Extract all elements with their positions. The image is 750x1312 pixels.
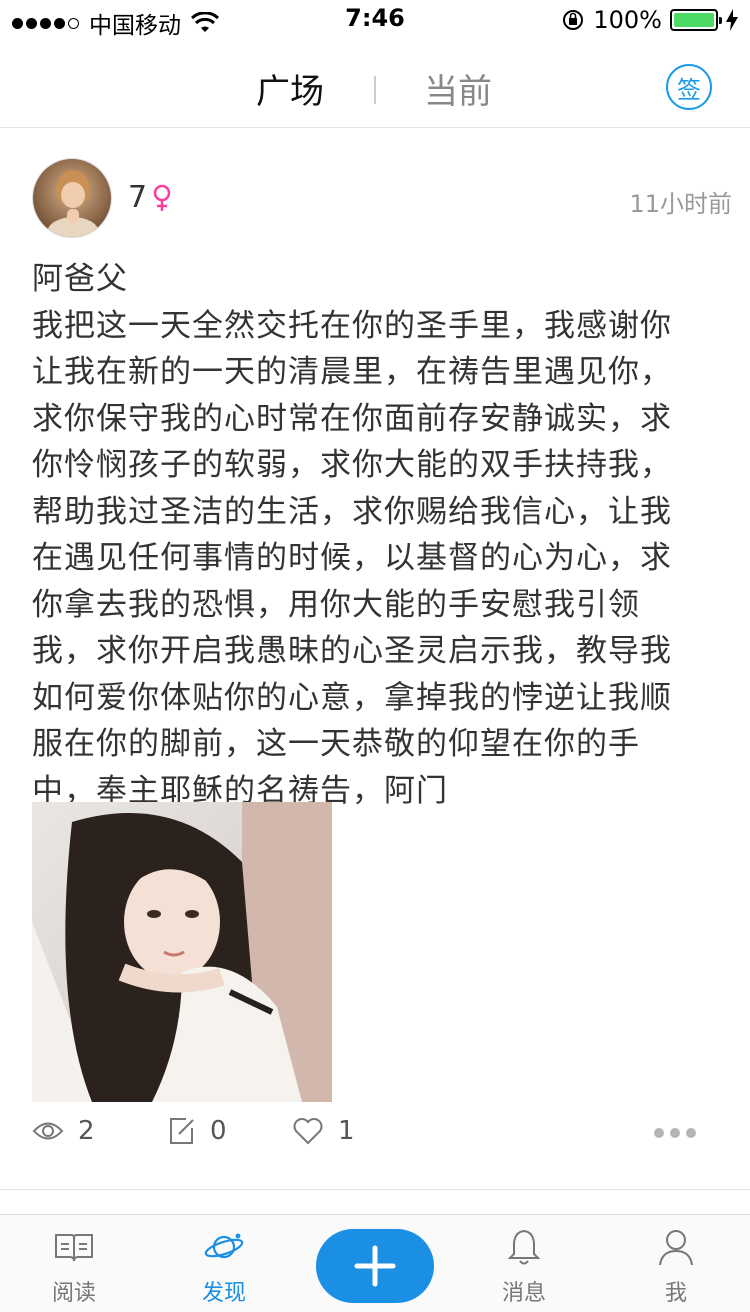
post-stats: 2 0 1 — [32, 1116, 722, 1152]
post-line: 我，求你开启我愚昧的心圣灵启示我，教导我 — [32, 633, 672, 669]
planet-icon — [204, 1233, 244, 1259]
dot-icon — [686, 1128, 696, 1138]
tab-divider — [374, 76, 376, 104]
tab-read-label: 阅读 — [51, 1281, 96, 1306]
comment-icon — [170, 1118, 194, 1144]
post-line: 帮助我过圣洁的生活，求你赐给我信心，让我 — [32, 493, 672, 530]
person-icon — [659, 1230, 693, 1266]
tab-discover-label: 发现 — [201, 1281, 246, 1306]
new-post-button[interactable] — [316, 1229, 434, 1303]
tab-current[interactable]: 当前 — [424, 64, 492, 113]
tab-me-label: 我 — [664, 1281, 687, 1306]
status-bar: 中国移动 7:46 100% — [0, 0, 750, 40]
charging-bolt-icon — [726, 9, 738, 31]
dot-icon — [670, 1128, 680, 1138]
top-nav: 广场 当前 签 — [0, 40, 750, 128]
tab-messages[interactable]: 消息 — [464, 1215, 584, 1312]
book-icon — [55, 1234, 93, 1262]
tab-square[interactable]: 广场 — [256, 64, 324, 113]
post-time: 11小时前 — [629, 190, 732, 218]
dot-icon — [654, 1128, 664, 1138]
like-button[interactable]: 1 — [292, 1116, 355, 1146]
avatar[interactable] — [32, 158, 112, 238]
post-line: 你怜悯孩子的软弱，求你大能的双手扶持我， — [32, 447, 672, 483]
post-photo[interactable] — [32, 802, 332, 1102]
tab-me[interactable]: 我 — [616, 1215, 736, 1312]
female-icon — [153, 184, 171, 211]
post-line: 如何爱你体贴你的心意，拿掉我的悖逆让我顺 — [32, 679, 672, 716]
tab-read[interactable]: 阅读 — [14, 1215, 134, 1312]
post-line: 让我在新的一天的清晨里，在祷告里遇见你， — [32, 354, 672, 390]
post-line: 阿爸父 — [32, 261, 128, 297]
bottom-tab-bar: 阅读 发现 消息 我 — [0, 1214, 750, 1312]
sign-in-button[interactable]: 签 — [666, 64, 712, 110]
bell-icon — [507, 1229, 541, 1265]
plus-icon — [354, 1245, 396, 1287]
post-body[interactable]: 阿爸父 我把这一天全然交托在你的圣手里，我感谢你 让我在新的一天的清晨里，在祷告… — [32, 256, 722, 814]
heart-icon — [293, 1118, 323, 1145]
rotation-lock-icon — [563, 10, 584, 30]
comment-button[interactable]: 0 — [168, 1116, 227, 1146]
more-options-button[interactable] — [654, 1128, 696, 1138]
post-line: 服在你的脚前，这一天恭敬的仰望在你的手 — [32, 726, 640, 762]
views-count: 2 — [78, 1116, 95, 1146]
username[interactable]: 7 — [128, 180, 147, 215]
post-line: 我把这一天全然交托在你的圣手里，我感谢你 — [32, 307, 672, 344]
post-card[interactable]: 7 11小时前 阿爸父 我把这一天全然交托在你的圣手里，我感谢你 让我在新的一天… — [0, 128, 750, 1190]
tab-discover[interactable]: 发现 — [164, 1215, 284, 1312]
likes-count: 1 — [338, 1116, 355, 1146]
battery-icon — [670, 9, 722, 31]
post-line: 在遇见任何事情的时候，以基督的心为心，求 — [32, 540, 672, 576]
eye-icon — [32, 1122, 64, 1140]
battery-percent: 100% — [593, 6, 662, 34]
views-stat: 2 — [32, 1116, 95, 1146]
comments-count: 0 — [210, 1116, 227, 1146]
post-line: 求你保守我的心时常在你面前存安静诚实，求 — [32, 400, 672, 437]
tab-messages-label: 消息 — [501, 1281, 546, 1306]
post-line: 你拿去我的恐惧，用你大能的手安慰我引领 — [32, 586, 640, 623]
